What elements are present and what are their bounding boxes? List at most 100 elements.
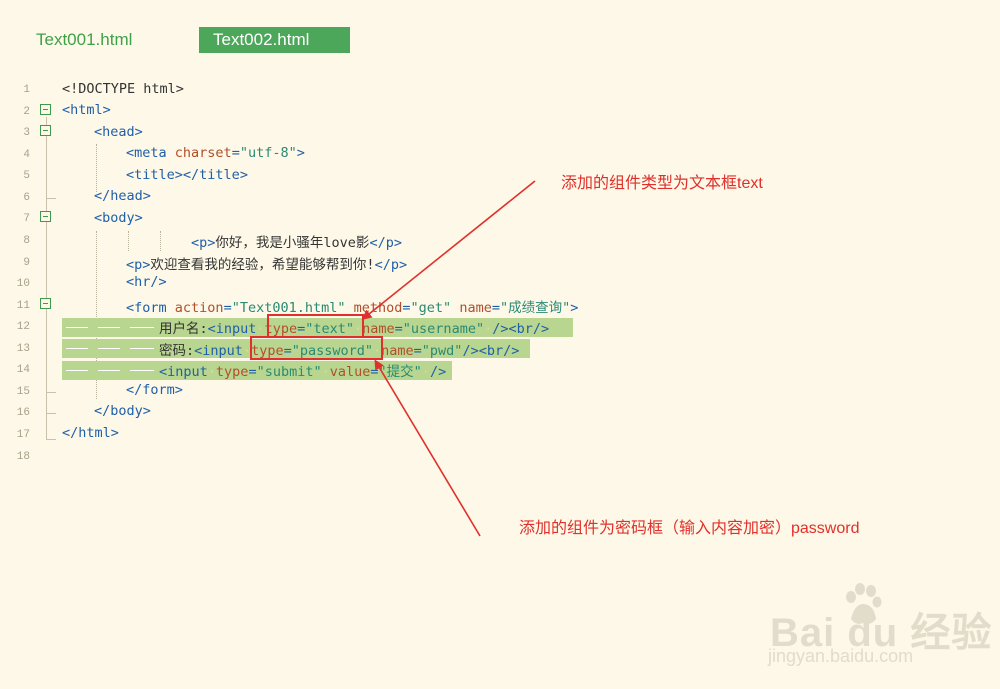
bracket: > bbox=[296, 145, 305, 161]
bracket: </ bbox=[94, 188, 111, 204]
code-line-1[interactable]: <!DOCTYPE html> bbox=[62, 81, 184, 97]
code-line-11[interactable]: <form action="Text001.html" method="get"… bbox=[126, 296, 578, 316]
tab-marker bbox=[66, 370, 88, 371]
code-line-3[interactable]: <head> bbox=[94, 124, 143, 140]
fold-collapse-icon[interactable] bbox=[40, 298, 51, 309]
label-text: 密码: bbox=[159, 343, 195, 359]
line-number: 16 bbox=[16, 407, 30, 419]
bracket: </ bbox=[62, 425, 79, 441]
bracket: > bbox=[158, 274, 167, 290]
fold-end-marker bbox=[46, 413, 56, 414]
tag-name: head bbox=[110, 188, 143, 204]
bracket: > bbox=[570, 300, 579, 316]
tag-name: title bbox=[199, 167, 240, 183]
watermark-url: jingyan.baidu.com bbox=[768, 646, 914, 666]
bracket: < bbox=[126, 257, 135, 273]
highlight-box-password-type bbox=[250, 336, 383, 360]
attr-name: charset bbox=[166, 145, 232, 161]
fold-collapse-icon[interactable] bbox=[40, 104, 51, 115]
bracket: < bbox=[62, 102, 71, 118]
line-number: 2 bbox=[23, 106, 30, 118]
closing-tag: /><br/> bbox=[492, 321, 550, 337]
line-number: 4 bbox=[23, 149, 30, 161]
code-line-4[interactable]: <meta charset="utf-8"> bbox=[126, 145, 305, 161]
line-number: 10 bbox=[16, 278, 30, 290]
equals: = bbox=[231, 145, 240, 161]
line-number: 3 bbox=[23, 127, 30, 139]
equals: = bbox=[402, 300, 411, 316]
bracket: > bbox=[142, 403, 151, 419]
line-number: 8 bbox=[23, 235, 30, 247]
tab-text002[interactable]: Text002.html bbox=[199, 27, 350, 53]
tag-name: title bbox=[134, 167, 175, 183]
doctype: <!DOCTYPE html> bbox=[62, 81, 184, 97]
code-line-9[interactable]: <p>欢迎查看我的经验，希望能够帮到你!</p> bbox=[126, 253, 407, 273]
code-line-6[interactable]: </head> bbox=[94, 188, 151, 204]
space-dot: · bbox=[421, 364, 430, 380]
line-number: 18 bbox=[16, 451, 30, 463]
line-number: 12 bbox=[16, 321, 30, 333]
code-line-14[interactable]: <input·type="submit"·value="提交"·/> bbox=[159, 360, 446, 380]
tag-name: input bbox=[202, 343, 243, 359]
line-number: 13 bbox=[16, 343, 30, 355]
bracket: < bbox=[126, 145, 135, 161]
bracket: > bbox=[110, 425, 119, 441]
bracket: > bbox=[134, 210, 143, 226]
code-line-5[interactable]: <title></title> bbox=[126, 167, 248, 183]
code-line-2[interactable]: <html> bbox=[62, 102, 111, 118]
attr-name: name bbox=[381, 343, 414, 359]
tab-marker bbox=[66, 348, 88, 349]
bracket: > bbox=[239, 167, 248, 183]
tag-name: meta bbox=[134, 145, 167, 161]
tag-name: form bbox=[142, 382, 175, 398]
indent-guide bbox=[160, 231, 161, 251]
bracket: < bbox=[94, 210, 103, 226]
bracket: ></ bbox=[174, 167, 200, 183]
space-dot: · bbox=[256, 321, 265, 337]
tab-marker bbox=[130, 348, 154, 349]
tag-name: input bbox=[167, 364, 208, 380]
tag-name: input bbox=[215, 321, 257, 337]
tab-marker bbox=[98, 370, 120, 371]
attr-value: "submit" bbox=[256, 364, 322, 380]
fold-collapse-icon[interactable] bbox=[40, 125, 51, 136]
code-line-17[interactable]: </html> bbox=[62, 425, 119, 441]
tag-name: body bbox=[102, 210, 135, 226]
attr-name: type bbox=[215, 364, 249, 380]
code-line-10[interactable]: <hr/> bbox=[126, 274, 167, 290]
closing-tag: /><br/> bbox=[462, 343, 520, 359]
line-number: 11 bbox=[16, 300, 30, 312]
attr-value: "username" bbox=[402, 321, 485, 337]
line-number: 6 bbox=[23, 192, 30, 204]
line-number: 15 bbox=[16, 386, 30, 398]
attr-value: "utf-8" bbox=[239, 145, 297, 161]
code-line-7[interactable]: <body> bbox=[94, 210, 143, 226]
bracket: < bbox=[126, 274, 135, 290]
bracket: < bbox=[207, 321, 216, 337]
code-line-16[interactable]: </body> bbox=[94, 403, 151, 419]
line-number: 1 bbox=[23, 84, 30, 96]
attr-name: value bbox=[329, 364, 371, 380]
bracket: < bbox=[191, 235, 200, 251]
highlight-box-text-type bbox=[267, 314, 364, 338]
paragraph-text: 欢迎查看我的经验，希望能够帮到你! bbox=[150, 257, 375, 273]
code-line-8[interactable]: <p>你好，我是小骚年love影</p> bbox=[191, 231, 402, 251]
bracket: > bbox=[134, 124, 143, 140]
line-number: 9 bbox=[23, 257, 30, 269]
line-number: 17 bbox=[16, 429, 30, 441]
closing-tag: </p> bbox=[374, 257, 408, 273]
line-number: 7 bbox=[23, 213, 30, 225]
line-number: 5 bbox=[23, 170, 30, 182]
label-text: 用户名: bbox=[159, 321, 208, 337]
code-line-15[interactable]: </form> bbox=[126, 382, 183, 398]
fold-line bbox=[46, 117, 47, 439]
fold-collapse-icon[interactable] bbox=[40, 211, 51, 222]
equals: = bbox=[248, 364, 257, 380]
paragraph-text: 你好，我是小骚年love影 bbox=[215, 235, 370, 251]
tab-text001[interactable]: Text001.html bbox=[36, 27, 132, 53]
indent-guide bbox=[128, 231, 129, 251]
fold-end-marker bbox=[46, 392, 56, 393]
equals: = bbox=[223, 300, 232, 316]
space-dot: · bbox=[321, 364, 330, 380]
tab-marker bbox=[98, 327, 120, 328]
